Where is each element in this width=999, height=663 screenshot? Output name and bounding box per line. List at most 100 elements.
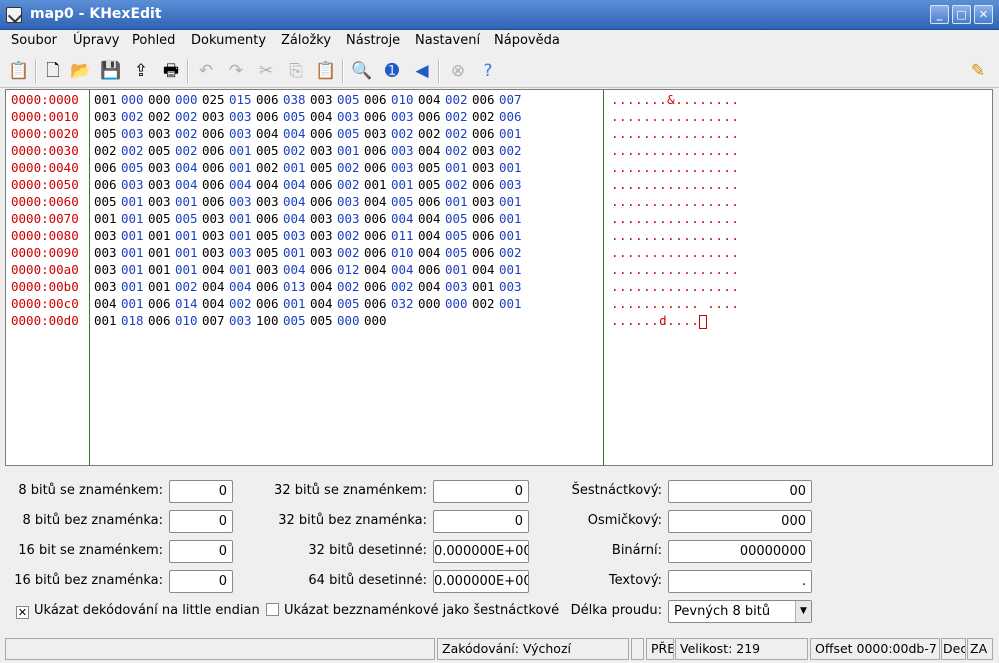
hex-byte[interactable]: 005 bbox=[391, 193, 418, 210]
hex-byte[interactable]: 003 bbox=[499, 278, 526, 295]
hex-byte[interactable]: 006 bbox=[364, 227, 391, 244]
hex-byte[interactable]: 003 bbox=[310, 227, 337, 244]
hex-byte[interactable]: 006 bbox=[364, 91, 391, 108]
hex-byte[interactable]: 006 bbox=[310, 176, 337, 193]
hex-byte[interactable]: 025 bbox=[202, 91, 229, 108]
hex-byte[interactable]: 004 bbox=[94, 295, 121, 312]
hex-byte[interactable]: 001 bbox=[472, 278, 499, 295]
hex-byte[interactable]: 010 bbox=[391, 91, 418, 108]
hex-byte[interactable]: 003 bbox=[121, 176, 148, 193]
menu-nastroje[interactable]: Nástroje bbox=[346, 33, 400, 48]
hex-byte[interactable]: 005 bbox=[418, 159, 445, 176]
hex-byte[interactable]: 003 bbox=[256, 193, 283, 210]
hex-byte[interactable]: 004 bbox=[229, 176, 256, 193]
hex-byte[interactable]: 002 bbox=[175, 278, 202, 295]
menu-dokumenty[interactable]: Dokumenty bbox=[191, 33, 266, 48]
hex-byte[interactable]: 004 bbox=[418, 244, 445, 261]
hex-byte[interactable]: 001 bbox=[175, 227, 202, 244]
hex-byte[interactable]: 001 bbox=[499, 125, 526, 142]
hex-byte[interactable]: 004 bbox=[418, 278, 445, 295]
hex-byte[interactable]: 005 bbox=[310, 312, 337, 329]
hex-byte[interactable]: 003 bbox=[229, 125, 256, 142]
hex-byte[interactable]: 005 bbox=[283, 108, 310, 125]
hex-byte[interactable]: 001 bbox=[445, 159, 472, 176]
hex-byte[interactable]: 005 bbox=[445, 227, 472, 244]
hex-byte[interactable]: 003 bbox=[229, 312, 256, 329]
hex-byte[interactable]: 004 bbox=[418, 142, 445, 159]
hex-byte[interactable]: 032 bbox=[391, 295, 418, 312]
hex-byte[interactable]: 002 bbox=[445, 176, 472, 193]
hex-byte[interactable]: 003 bbox=[310, 142, 337, 159]
menu-napoveda[interactable]: Nápověda bbox=[494, 33, 560, 48]
hex-byte[interactable]: 002 bbox=[256, 159, 283, 176]
hex-byte[interactable]: 001 bbox=[499, 159, 526, 176]
field-s32[interactable]: 0 bbox=[433, 480, 529, 503]
hex-byte[interactable]: 001 bbox=[499, 295, 526, 312]
hex-byte[interactable]: 006 bbox=[364, 244, 391, 261]
forward-icon[interactable]: ➊ bbox=[379, 58, 405, 84]
hex-byte[interactable]: 005 bbox=[256, 227, 283, 244]
hex-byte[interactable]: 006 bbox=[472, 91, 499, 108]
hex-byte[interactable]: 001 bbox=[283, 244, 310, 261]
hex-byte[interactable]: 003 bbox=[499, 176, 526, 193]
hex-byte[interactable]: 003 bbox=[229, 244, 256, 261]
maximize-button[interactable]: □ bbox=[952, 5, 971, 24]
hex-byte[interactable]: 002 bbox=[121, 108, 148, 125]
hex-byte[interactable]: 012 bbox=[337, 261, 364, 278]
hex-byte[interactable]: 006 bbox=[148, 295, 175, 312]
hex-byte[interactable]: 004 bbox=[229, 278, 256, 295]
hex-byte[interactable]: 004 bbox=[391, 261, 418, 278]
print-icon[interactable]: 🖶 bbox=[158, 58, 184, 84]
hex-byte[interactable]: 001 bbox=[229, 227, 256, 244]
field-bin[interactable]: 00000000 bbox=[668, 540, 812, 563]
hex-byte[interactable]: 002 bbox=[121, 142, 148, 159]
hex-byte[interactable]: 001 bbox=[94, 312, 121, 329]
hex-byte[interactable]: 000 bbox=[175, 91, 202, 108]
hex-byte[interactable]: 001 bbox=[499, 261, 526, 278]
hex-byte[interactable]: 006 bbox=[256, 108, 283, 125]
hex-byte[interactable]: 002 bbox=[499, 244, 526, 261]
hex-byte[interactable]: 003 bbox=[94, 227, 121, 244]
hex-byte[interactable]: 003 bbox=[94, 278, 121, 295]
hex-byte[interactable]: 003 bbox=[364, 125, 391, 142]
hex-byte[interactable]: 001 bbox=[121, 193, 148, 210]
paste-icon[interactable]: 📋 bbox=[313, 58, 339, 84]
hex-byte[interactable]: 004 bbox=[256, 176, 283, 193]
help-icon[interactable]: ? bbox=[475, 58, 501, 84]
hex-byte-grid[interactable]: 001 000 000 000 025 015 006 038 003 005 006 010 004 0… bbox=[94, 91, 526, 329]
hex-byte[interactable]: 006 bbox=[94, 176, 121, 193]
hex-byte[interactable]: 005 bbox=[256, 142, 283, 159]
hex-byte[interactable]: 004 bbox=[202, 295, 229, 312]
hex-byte[interactable]: 001 bbox=[445, 261, 472, 278]
app-icon[interactable]: 📋 bbox=[6, 58, 32, 84]
hex-byte[interactable]: 004 bbox=[472, 261, 499, 278]
hex-byte[interactable]: 001 bbox=[499, 227, 526, 244]
hex-byte[interactable]: 006 bbox=[472, 227, 499, 244]
hex-byte[interactable]: 003 bbox=[202, 244, 229, 261]
hex-byte[interactable]: 007 bbox=[499, 91, 526, 108]
hex-byte[interactable]: 002 bbox=[337, 244, 364, 261]
hex-byte[interactable]: 006 bbox=[472, 125, 499, 142]
hex-byte[interactable]: 000 bbox=[337, 312, 364, 329]
hex-byte[interactable]: 003 bbox=[148, 176, 175, 193]
find-icon[interactable]: 🔍 bbox=[349, 58, 375, 84]
hex-byte[interactable]: 006 bbox=[148, 312, 175, 329]
hex-byte[interactable]: 006 bbox=[202, 125, 229, 142]
field-oct[interactable]: 000 bbox=[668, 510, 812, 533]
hex-byte[interactable]: 006 bbox=[256, 278, 283, 295]
hex-byte[interactable]: 002 bbox=[337, 278, 364, 295]
hex-byte[interactable]: 003 bbox=[94, 261, 121, 278]
hex-byte[interactable]: 001 bbox=[499, 193, 526, 210]
hex-byte[interactable]: 003 bbox=[310, 210, 337, 227]
hex-byte[interactable]: 006 bbox=[472, 244, 499, 261]
hex-byte[interactable]: 001 bbox=[121, 210, 148, 227]
hex-byte[interactable]: 001 bbox=[283, 295, 310, 312]
hex-byte[interactable]: 002 bbox=[391, 125, 418, 142]
field-s16[interactable]: 0 bbox=[169, 540, 233, 563]
hex-byte[interactable]: 006 bbox=[418, 108, 445, 125]
hex-byte[interactable]: 000 bbox=[148, 91, 175, 108]
hex-byte[interactable]: 003 bbox=[148, 159, 175, 176]
field-u16[interactable]: 0 bbox=[169, 570, 233, 593]
hex-byte[interactable]: 006 bbox=[256, 91, 283, 108]
hex-byte[interactable]: 014 bbox=[175, 295, 202, 312]
